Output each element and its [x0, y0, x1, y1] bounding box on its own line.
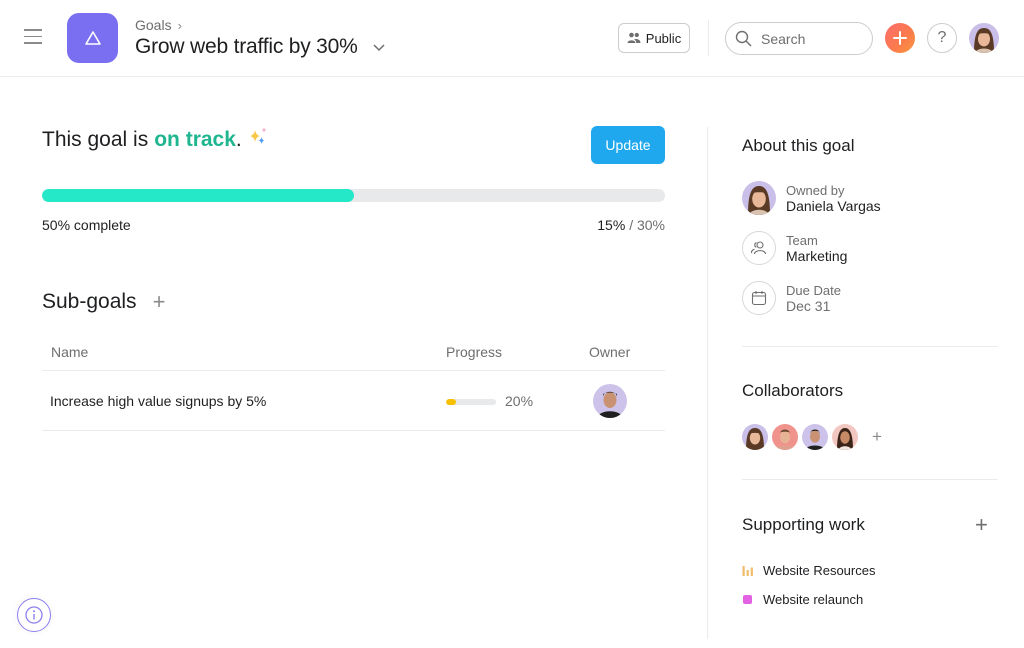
team-name: Marketing [786, 247, 848, 264]
chevron-down-icon[interactable] [372, 40, 386, 54]
supporting-work-label: Website Resources [763, 563, 876, 578]
subgoal-progress-bar [446, 399, 496, 405]
due-date-field[interactable]: Due Date Dec 31 [742, 281, 841, 315]
supporting-work-label: Website relaunch [763, 592, 864, 607]
collaborator-avatar[interactable] [802, 424, 828, 450]
add-supporting-work-button[interactable]: + [975, 512, 988, 538]
current-value: 15% [597, 217, 626, 233]
subgoal-progress-label: 20% [505, 393, 534, 409]
due-date-label: Due Date [786, 282, 841, 298]
menu-icon[interactable] [24, 29, 42, 45]
column-owner[interactable]: Owner [589, 344, 630, 360]
team-field[interactable]: Team Marketing [742, 231, 847, 265]
sparkle-icon [249, 127, 267, 144]
subgoal-owner-avatar[interactable] [593, 384, 627, 418]
collaborator-avatar[interactable] [772, 424, 798, 450]
collaborators-title: Collaborators [742, 381, 844, 400]
status-on-track: on track [154, 128, 236, 151]
plus-icon [893, 31, 907, 45]
calendar-icon [751, 291, 767, 306]
goal-icon [67, 13, 118, 63]
collaborator-avatar[interactable] [742, 424, 768, 450]
page-title: Grow web traffic by 30% [135, 35, 358, 58]
status-suffix: . [235, 128, 242, 151]
supporting-work-item[interactable]: Website relaunch [742, 592, 863, 607]
collaborators-list: + [742, 424, 882, 450]
team-label: Team [786, 232, 818, 248]
breadcrumb-goals[interactable]: Goals [135, 17, 172, 33]
info-icon [25, 606, 43, 624]
team-icon-wrap [742, 231, 776, 265]
target-value: / 30% [629, 217, 665, 233]
breadcrumb[interactable]: Goals › [135, 17, 182, 33]
add-subgoal-button[interactable]: + [153, 289, 166, 315]
section-divider [742, 479, 998, 480]
column-name[interactable]: Name [51, 344, 88, 360]
subgoals-table: Name Progress Owner Increase high value … [42, 334, 665, 431]
about-title: About this goal [742, 136, 855, 155]
update-button[interactable]: Update [591, 126, 665, 164]
divider [708, 20, 709, 56]
search-box[interactable] [725, 22, 873, 55]
subgoals-header: Sub-goals + [42, 289, 165, 315]
table-row[interactable]: Increase high value signups by 5% 20% [42, 371, 665, 431]
people-icon [627, 32, 641, 43]
subgoals-title: Sub-goals [42, 290, 137, 313]
table-header: Name Progress Owner [42, 334, 665, 371]
title-wrap: Grow web traffic by 30% [135, 35, 386, 59]
section-divider [742, 346, 998, 347]
bar-chart-icon [742, 566, 753, 576]
supporting-work-title: Supporting work [742, 515, 865, 534]
owner-name: Daniela Vargas [786, 197, 881, 214]
goal-progress-fill [42, 189, 354, 202]
collaborator-avatar[interactable] [832, 424, 858, 450]
top-bar: Goals › Grow web traffic by 30% Public ? [0, 0, 1024, 77]
owner-avatar [742, 181, 776, 215]
subgoal-name[interactable]: Increase high value signups by 5% [50, 393, 266, 409]
sidebar-divider [707, 127, 708, 639]
owner-field[interactable]: Owned by Daniela Vargas [742, 181, 881, 215]
subgoal-progress-fill [446, 399, 456, 405]
status-prefix: This goal is [42, 128, 149, 151]
goal-progress-bar [42, 189, 665, 202]
public-label: Public [645, 30, 682, 46]
public-button[interactable]: Public [618, 23, 690, 53]
search-input[interactable] [761, 30, 861, 47]
search-icon [735, 30, 752, 47]
percent-complete: 50% complete [42, 217, 131, 233]
owner-label: Owned by [786, 182, 845, 198]
calendar-icon-wrap [742, 281, 776, 315]
team-icon [750, 241, 767, 255]
add-collaborator-button[interactable]: + [872, 427, 882, 447]
supporting-work-item[interactable]: Website Resources [742, 563, 875, 578]
user-avatar[interactable] [969, 23, 999, 53]
help-icon: ? [937, 29, 947, 46]
chevron-right-icon: › [177, 17, 182, 33]
due-date-value: Dec 31 [786, 297, 831, 314]
column-progress[interactable]: Progress [446, 344, 502, 360]
project-dot-icon [743, 595, 752, 604]
help-button[interactable]: ? [927, 23, 957, 53]
create-button[interactable] [885, 23, 915, 53]
progress-ratio: 15% / 30% [597, 217, 665, 233]
info-button[interactable] [17, 598, 51, 632]
goal-status: This goal is on track . [42, 127, 270, 152]
